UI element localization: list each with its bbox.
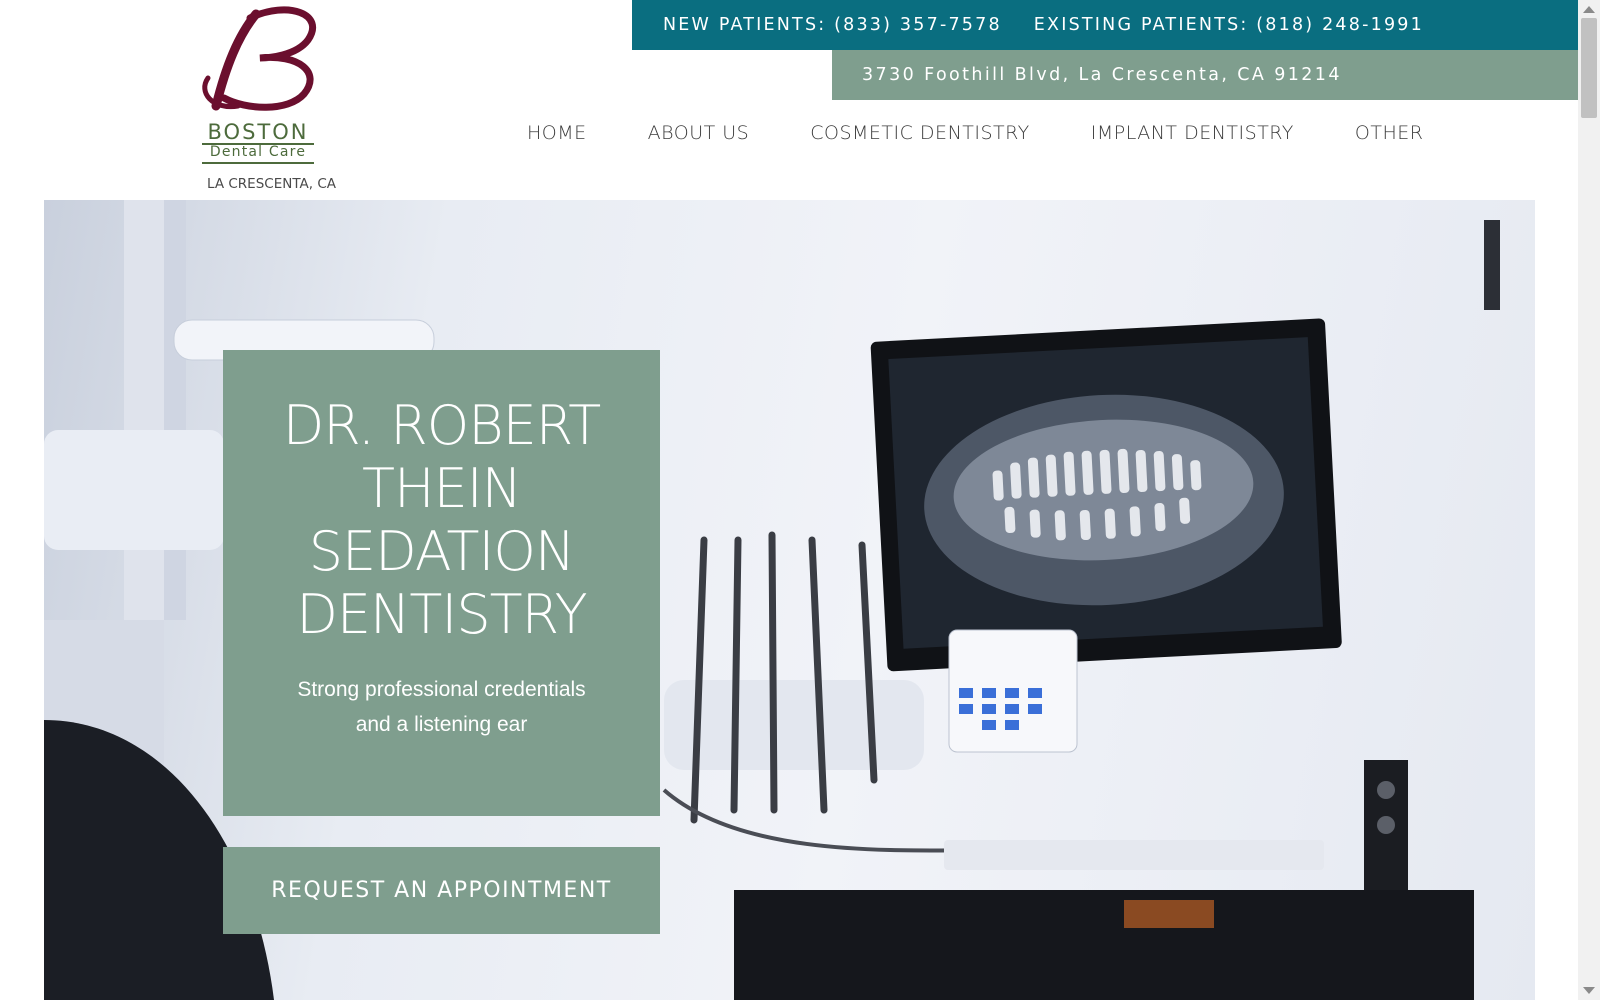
hero-subtitle-line: Strong professional credentials xyxy=(297,678,586,701)
logo-divider xyxy=(202,162,314,164)
nav-about-us[interactable]: ABOUT US xyxy=(648,122,750,144)
nav-implant-dentistry[interactable]: IMPLANT DENTISTRY xyxy=(1091,122,1294,144)
hero-subtitle: Strong professional credentials and a li… xyxy=(223,672,660,742)
address-link[interactable]: 3730 Foothill Blvd, La Crescenta, CA 912… xyxy=(862,65,1342,85)
new-patients-phone-link[interactable]: NEW PATIENTS: (833) 357-7578 xyxy=(663,15,1002,35)
logo-tagline: Dental Care xyxy=(209,144,307,160)
scroll-up-icon[interactable] xyxy=(1583,6,1595,13)
logo[interactable]: BOSTON Dental Care LA CRESCENTA, CA xyxy=(190,6,340,196)
hero-subtitle-line: and a listening ear xyxy=(355,713,528,736)
main-nav: HOME ABOUT US COSMETIC DENTISTRY IMPLANT… xyxy=(527,122,1484,144)
hero-title-line: DR. ROBERT xyxy=(282,394,602,457)
request-appointment-button[interactable]: REQUEST AN APPOINTMENT xyxy=(223,847,660,934)
scrollbar[interactable] xyxy=(1578,0,1600,1000)
logo-location: LA CRESCENTA, CA xyxy=(207,176,336,192)
scroll-down-icon[interactable] xyxy=(1583,987,1595,994)
address-bar: 3730 Foothill Blvd, La Crescenta, CA 912… xyxy=(832,50,1578,100)
phone-bar: NEW PATIENTS: (833) 357-7578 EXISTING PA… xyxy=(632,0,1578,50)
logo-monogram-icon xyxy=(202,6,317,111)
scrollbar-thumb[interactable] xyxy=(1581,18,1597,118)
hero-card: DR. ROBERT THEIN SEDATION DENTISTRY Stro… xyxy=(223,350,660,816)
hero-title-line: SEDATION xyxy=(308,520,576,583)
logo-brand: BOSTON xyxy=(207,120,309,144)
nav-cosmetic-dentistry[interactable]: COSMETIC DENTISTRY xyxy=(810,122,1030,144)
hero-title: DR. ROBERT THEIN SEDATION DENTISTRY xyxy=(223,394,660,646)
nav-other[interactable]: OTHER xyxy=(1355,122,1424,144)
existing-patients-phone-link[interactable]: EXISTING PATIENTS: (818) 248-1991 xyxy=(1034,15,1424,35)
nav-home[interactable]: HOME xyxy=(527,122,587,144)
hero-title-line: THEIN xyxy=(361,457,522,520)
hero-title-line: DENTISTRY xyxy=(296,583,587,646)
